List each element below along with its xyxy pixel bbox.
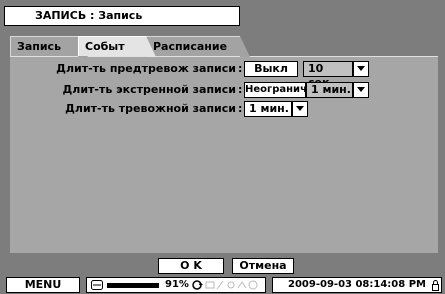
setting-separator: : [238,83,243,96]
cancel-button[interactable]: Отмена [232,258,294,274]
emergency-duration-select[interactable]: 1 мин. [306,82,353,98]
setting-row-pre-alarm: Длит-ть предтревож записи : Выкл 10 сек. [10,61,438,89]
chevron-down-icon[interactable] [353,61,369,77]
setting-row-alarm: Длит-ть тревожной записи : 1 мин. [10,101,438,117]
setting-label: Длит-ть предтревож записи [56,62,236,75]
setting-separator: : [238,102,243,115]
setting-separator: : [238,62,243,75]
status-datetime: 2009-09-03 08:14:08 PM [272,277,442,293]
network-icon [205,279,265,294]
hdd-usage-bar [107,283,159,288]
tab-record[interactable]: Запись [10,36,88,57]
datetime-text: 2009-09-03 08:14:08 PM [288,279,426,290]
window-title: ЗАПИСЬ : Запись [4,6,240,26]
hdd-percent: 91% [165,279,189,290]
status-bar: MENU 91% 2009-09-03 08:14:08 PM [0,277,445,294]
chevron-down-icon[interactable] [292,101,308,117]
lock-icon [432,280,439,294]
setting-row-emergency: Длит-ть экстренной записи : Неогранич 1 … [10,82,438,98]
system-status: 91% [86,277,266,293]
menu-button[interactable]: MENU [6,277,80,293]
rec-cycle-icon [191,279,203,294]
setting-label: Длит-ть экстренной записи [62,83,236,96]
chevron-down-icon[interactable] [353,82,369,98]
emergency-value[interactable]: Неогранич [244,82,307,98]
pre-alarm-value[interactable]: Выкл [244,61,298,77]
dvr-screen: ЗАПИСЬ : Запись Запись Событ Расписание … [0,0,445,294]
hdd-icon [91,280,103,293]
setting-label: Длит-ть тревожной записи [65,102,236,115]
alarm-duration-select[interactable]: 1 мин. [244,101,292,117]
tab-schedule[interactable]: Расписание [146,36,250,57]
tab-event[interactable]: Событ [78,36,156,57]
ok-button[interactable]: O K [158,258,224,274]
settings-panel: Длит-ть предтревож записи : Выкл 10 сек.… [10,56,438,253]
pre-alarm-duration-select[interactable]: 10 сек. [303,61,353,89]
